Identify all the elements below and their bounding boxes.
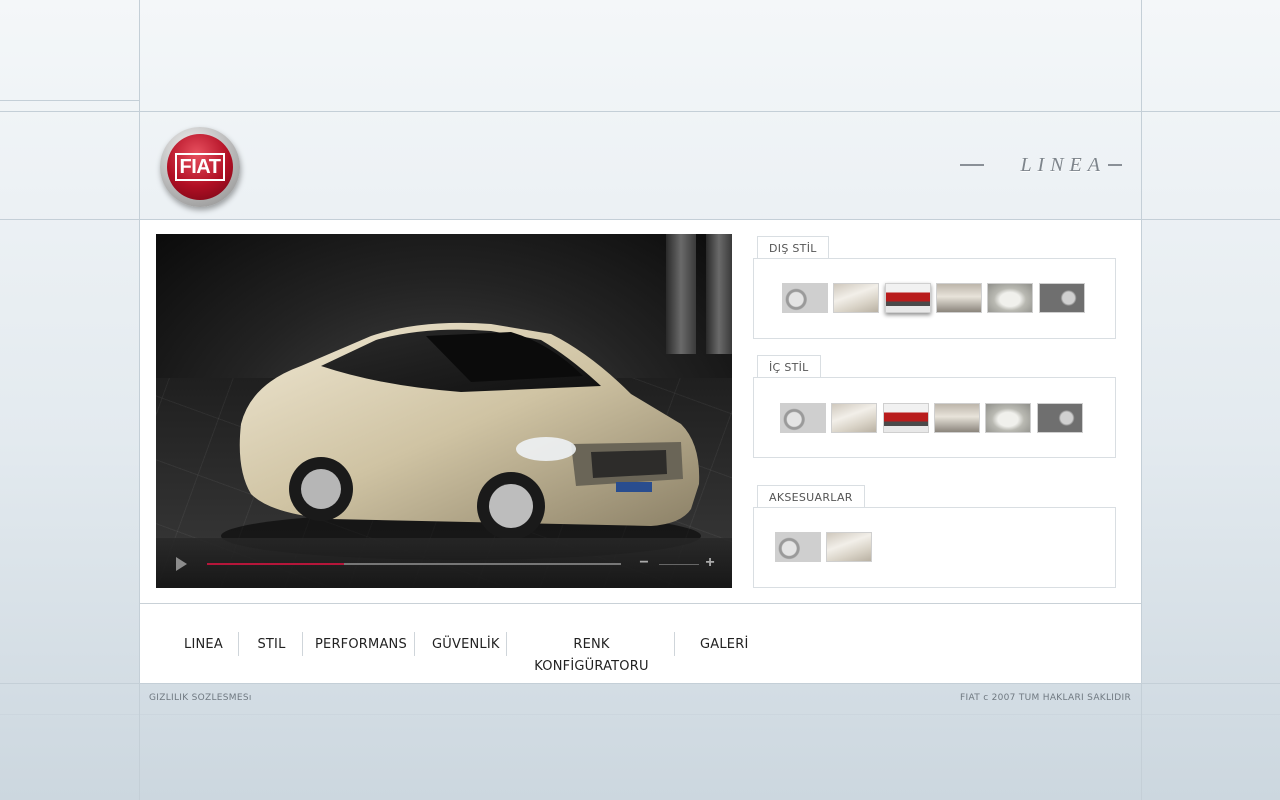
thumbnail-leather-seat[interactable] [831,403,877,433]
nav-item-performans[interactable]: PERFORMANS [315,634,407,656]
gallery-dis-stil [753,258,1116,339]
thumbnail-silver-car[interactable] [987,283,1033,313]
main-nav: LINEA STIL PERFORMANS GÜVENLİK RENK KONF… [140,603,1141,683]
grid-line [0,683,1280,684]
thumbnail-leather-seat[interactable] [833,283,879,313]
grid-line [0,714,1280,715]
thumbnail-interior[interactable] [934,403,980,433]
car-image [221,322,701,560]
nav-item-stil[interactable]: STIL [257,634,286,656]
tab-ic-stil[interactable]: İÇ STİL [757,355,821,378]
thumbnail-interior[interactable] [936,283,982,313]
thumbnail-leather-seat[interactable] [826,532,872,562]
fiat-logo-text: FIAT [174,153,226,181]
thumbnail-steering-wheel[interactable] [782,283,828,313]
grid-line [0,111,1280,112]
progress-track[interactable] [207,563,621,565]
thumbnail-steering-wheel[interactable] [775,532,821,562]
thumbnail-silver-car[interactable] [985,403,1031,433]
thumbnail-red-car-selected[interactable] [885,283,931,313]
thumbnail-steering-wheel[interactable] [780,403,826,433]
volume-track[interactable] [659,564,699,565]
thumbnail-dashboard[interactable] [1039,283,1085,313]
gallery-aksesuarlar [753,507,1116,588]
nav-item-linea[interactable]: LINEA [184,634,223,656]
linea-logo-text: LINEA [1020,153,1106,176]
privacy-link[interactable]: GIZLILIK SOZLESMESı [149,693,252,703]
nav-separator [506,632,507,656]
nav-separator [238,632,239,656]
nav-separator [302,632,303,656]
nav-item-renk-konfiguratoru[interactable]: RENK KONFİGÜRATORU [524,634,659,674]
linea-logo: LINEA [960,153,1122,177]
fiat-logo[interactable]: FIAT [160,127,240,207]
video-controls: − + [156,538,732,588]
thumbnail-dashboard[interactable] [1037,403,1083,433]
tab-aksesuarlar[interactable]: AKSESUARLAR [757,485,865,508]
play-icon[interactable] [176,557,187,571]
video-player[interactable] [156,234,732,588]
copyright-text: FIAT c 2007 TUM HAKLARI SAKLIDIR [960,693,1131,703]
grid-line [1141,0,1142,800]
volume-up-button[interactable]: + [704,555,716,571]
nav-separator [414,632,415,656]
nav-separator [674,632,675,656]
nav-item-guvenlik[interactable]: GÜVENLİK [432,634,499,656]
thumbnail-red-car[interactable] [883,403,929,433]
nav-item-galeri[interactable]: GALERİ [700,634,748,656]
tab-dis-stil[interactable]: DIŞ STİL [757,236,829,259]
progress-fill [207,563,344,565]
grid-line [0,100,139,101]
volume-down-button[interactable]: − [638,555,650,571]
gallery-ic-stil [753,377,1116,458]
